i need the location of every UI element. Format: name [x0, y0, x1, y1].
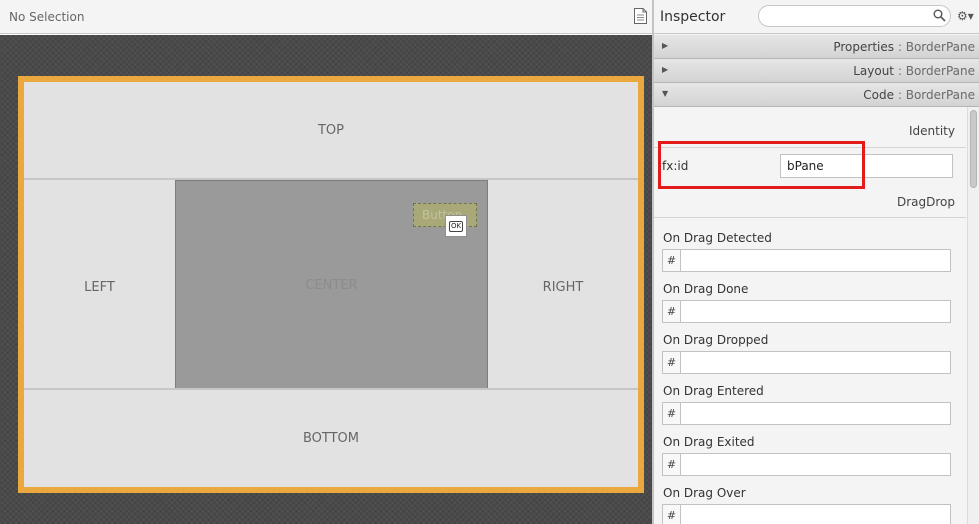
on-drag-dropped-label: On Drag Dropped — [663, 333, 769, 347]
triangle-right-icon: ▶ — [662, 41, 669, 50]
section-separator: : — [897, 40, 902, 54]
section-separator: : — [897, 88, 902, 102]
section-title: Properties — [833, 40, 895, 54]
section-class-name: BorderPane — [905, 88, 975, 102]
inspector-header: Inspector ⚙▾ — [654, 0, 979, 34]
region-top[interactable]: TOP — [24, 82, 638, 180]
hash-prefix: # — [662, 453, 680, 476]
on-drag-detected-input[interactable] — [680, 249, 951, 272]
dragdrop-heading: DragDrop — [896, 195, 955, 209]
region-right[interactable]: RIGHT — [488, 182, 638, 388]
hash-prefix: # — [662, 300, 680, 323]
section-title: Layout — [853, 64, 895, 78]
scrollbar-thumb[interactable] — [970, 110, 977, 188]
on-drag-done-field[interactable]: # — [662, 300, 951, 323]
on-drag-exited-input[interactable] — [680, 453, 951, 476]
border-pane[interactable]: TOP LEFT CENTER RIGHT BOTTOM — [18, 76, 644, 493]
identity-heading: Identity — [909, 124, 955, 138]
region-right-label: RIGHT — [542, 279, 584, 295]
on-drag-over-label: On Drag Over — [663, 486, 746, 500]
on-drag-entered-label: On Drag Entered — [663, 384, 764, 398]
on-drag-entered-field[interactable]: # — [662, 402, 951, 425]
layout-section-header[interactable]: ▶ Layout : BorderPane — [654, 59, 979, 83]
canvas-header: No Selection — [0, 0, 652, 34]
triangle-right-icon: ▶ — [662, 65, 669, 74]
on-drag-dropped-input[interactable] — [680, 351, 951, 374]
region-top-label: TOP — [317, 122, 344, 138]
hash-prefix: # — [662, 351, 680, 374]
on-drag-done-input[interactable] — [680, 300, 951, 323]
section-class-name: BorderPane — [905, 40, 975, 54]
drop-ok-label: OK — [448, 220, 464, 232]
inspector-search-field[interactable] — [758, 5, 951, 27]
on-drag-over-field[interactable]: # — [662, 504, 951, 524]
divider-line — [654, 217, 966, 218]
on-drag-over-input[interactable] — [680, 504, 951, 524]
on-drag-detected-label: On Drag Detected — [663, 231, 772, 245]
on-drag-dropped-field[interactable]: # — [662, 351, 951, 374]
on-drag-entered-input[interactable] — [680, 402, 951, 425]
selection-status: No Selection — [9, 10, 85, 24]
section-separator: : — [897, 64, 902, 78]
region-left[interactable]: LEFT — [24, 182, 175, 388]
section-title: Code — [863, 88, 895, 102]
search-icon[interactable] — [933, 9, 946, 22]
inspector-title: Inspector — [660, 9, 726, 25]
triangle-down-icon: ▼ — [662, 89, 669, 98]
code-section-body: Identity fx:id DragDrop On Drag Detected… — [654, 107, 979, 524]
highlight-annotation-box — [658, 141, 865, 189]
on-drag-exited-label: On Drag Exited — [663, 435, 755, 449]
document-icon[interactable] — [634, 8, 647, 24]
on-drag-done-label: On Drag Done — [663, 282, 749, 296]
inspector-panel: Inspector ⚙▾ ▶ Properties : BorderPane ▶… — [654, 0, 979, 524]
region-bottom-label: BOTTOM — [302, 431, 360, 446]
drop-cursor-indicator: OK — [445, 215, 467, 237]
code-section-header[interactable]: ▼ Code : BorderPane — [654, 83, 979, 107]
section-class-name: BorderPane — [905, 64, 975, 78]
hash-prefix: # — [662, 402, 680, 425]
hash-prefix: # — [662, 249, 680, 272]
hash-prefix: # — [662, 504, 680, 524]
gear-icon[interactable]: ⚙▾ — [957, 9, 974, 23]
region-left-label: LEFT — [84, 279, 115, 295]
on-drag-exited-field[interactable]: # — [662, 453, 951, 476]
region-center-label: CENTER — [305, 277, 358, 293]
region-bottom[interactable]: BOTTOM — [24, 388, 638, 487]
properties-section-header[interactable]: ▶ Properties : BorderPane — [654, 35, 979, 59]
on-drag-detected-field[interactable]: # — [662, 249, 951, 272]
